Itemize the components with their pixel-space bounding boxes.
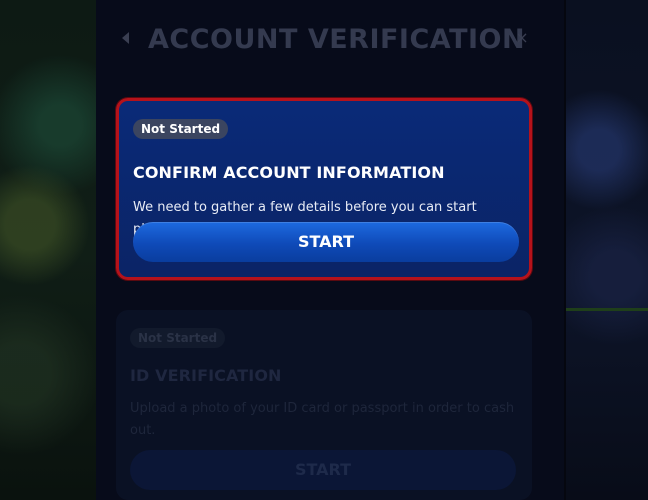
close-icon[interactable]: × [514, 30, 530, 46]
step-card-id-verification: Not Started ID VERIFICATION Upload a pho… [116, 310, 532, 500]
step-title: ID VERIFICATION [130, 366, 282, 385]
start-button[interactable]: START [133, 222, 519, 262]
start-button[interactable]: START [130, 450, 516, 490]
background-divider [566, 308, 648, 311]
step-description: Upload a photo of your ID card or passpo… [130, 401, 515, 438]
status-badge: Not Started [133, 119, 229, 139]
modal-header: ACCOUNT VERIFICATION × [96, 18, 564, 68]
step-title: CONFIRM ACCOUNT INFORMATION [133, 163, 445, 182]
page-title: ACCOUNT VERIFICATION [148, 24, 526, 55]
status-badge: Not Started [130, 328, 226, 348]
chevron-left-icon[interactable] [122, 32, 129, 44]
background-game-right [566, 0, 648, 500]
step-card-confirm-account: Not Started CONFIRM ACCOUNT INFORMATION … [116, 98, 532, 280]
background-game-left [0, 0, 100, 500]
verification-modal: ACCOUNT VERIFICATION × Not Started CONFI… [96, 0, 564, 500]
